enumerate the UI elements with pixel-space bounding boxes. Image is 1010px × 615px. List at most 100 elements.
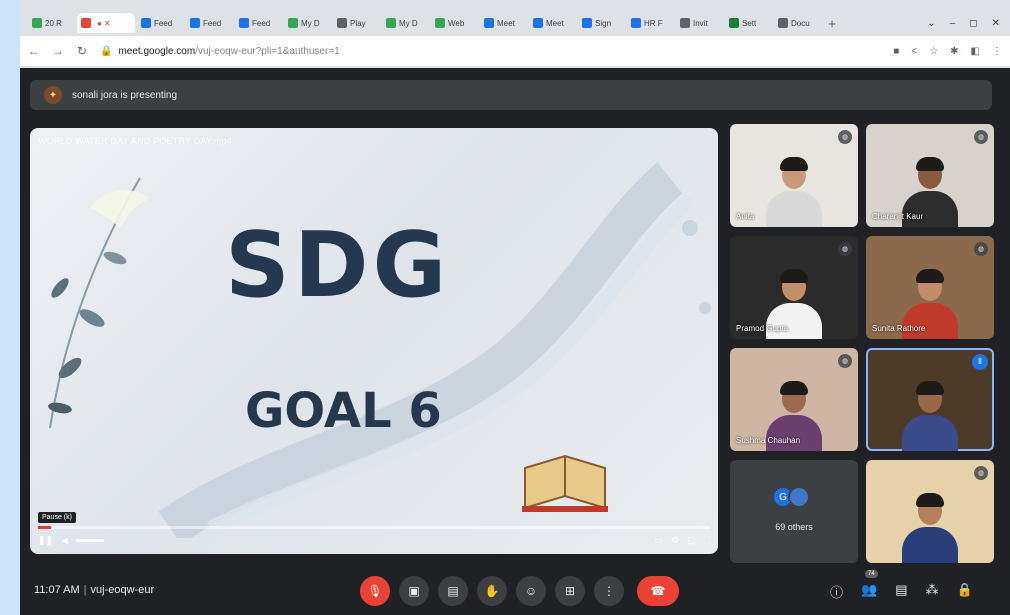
emoji-button[interactable]: ☺ xyxy=(516,576,546,606)
tab-label: Feed xyxy=(252,18,271,28)
participant-video xyxy=(902,493,958,563)
participant-tile[interactable]: Anita ◍ xyxy=(730,124,858,227)
meeting-time: 11:07 AM xyxy=(34,584,80,596)
browser-tab[interactable]: Sign xyxy=(578,13,625,33)
close-icon[interactable]: ✕ xyxy=(992,18,1000,29)
extensions-icon[interactable]: ✱ xyxy=(950,46,958,57)
participant-name: Sushma Chauhan xyxy=(736,436,801,445)
mic-off-button[interactable]: 🎙 xyxy=(360,576,390,606)
window-controls: ⌄ – ◻ ✕ xyxy=(927,18,1010,29)
browser-tab[interactable]: My D xyxy=(284,13,331,33)
browser-tab[interactable]: Docu xyxy=(774,13,821,33)
reload-icon[interactable]: ↻ xyxy=(76,44,88,58)
tab-label: Feed xyxy=(154,18,173,28)
info-icon[interactable]: ⓘ xyxy=(830,582,843,601)
presenter-text: sonali jora is presenting xyxy=(72,89,178,101)
camera-button[interactable]: ▣ xyxy=(399,576,429,606)
url-path: /vuj-eoqw-eur?pli=1&authuser=1 xyxy=(195,45,340,57)
mic-muted-icon: ◍ xyxy=(974,466,988,480)
side-controls: ⓘ 👥 74 ▤ ⁂ 🔒 xyxy=(830,570,973,601)
menu-icon[interactable]: ⋮ xyxy=(992,46,1002,57)
participant-name: Pramod Gupta xyxy=(736,324,789,333)
recording-icon: ● ✕ xyxy=(97,18,111,28)
others-tile[interactable]: G 69 others xyxy=(730,460,858,563)
raise-hand-button[interactable]: ✋ xyxy=(477,576,507,606)
leave-call-button[interactable]: ☎ xyxy=(637,576,679,606)
chat-icon[interactable]: ▤ xyxy=(895,582,907,601)
volume-slider[interactable] xyxy=(76,538,105,542)
browser-tab[interactable]: Invit xyxy=(676,13,723,33)
tab-favicon-icon xyxy=(288,18,298,28)
browser-tab[interactable]: 20 R xyxy=(28,13,75,33)
participant-video xyxy=(902,381,958,451)
tab-label: Invit xyxy=(693,18,708,28)
back-icon[interactable]: ← xyxy=(28,44,40,58)
browser-tab[interactable]: Feed xyxy=(186,13,233,33)
participant-tile[interactable]: Sunita Rathore ◍ xyxy=(866,236,994,339)
tab-label: HR F xyxy=(644,18,663,28)
star-icon[interactable]: ☆ xyxy=(929,46,938,57)
participant-name: Anita xyxy=(736,212,755,221)
browser-tab[interactable]: Play xyxy=(333,13,380,33)
people-icon[interactable]: 👥 74 xyxy=(861,570,878,601)
participant-name: Charanjit Kaur xyxy=(872,212,924,221)
browser-tab[interactable]: ● ✕ xyxy=(77,13,135,33)
tab-favicon-icon xyxy=(680,18,690,28)
slide-heading: SDG xyxy=(225,213,451,318)
chevron-down-icon[interactable]: ⌄ xyxy=(927,18,935,29)
meeting-code: vuj-eoqw-eur xyxy=(90,584,155,596)
book-illustration xyxy=(522,454,608,512)
browser-toolbar: ← → ↻ 🔒 meet.google.com/vuj-eoqw-eur?pli… xyxy=(20,36,1010,66)
address-bar[interactable]: 🔒 meet.google.com/vuj-eoqw-eur?pli=1&aut… xyxy=(100,40,881,62)
tab-label: Play xyxy=(350,18,366,28)
pip-icon[interactable]: ◱ xyxy=(687,535,696,546)
presenter-bar: ✦ sonali jora is presenting xyxy=(30,80,992,110)
tab-label: Sett xyxy=(742,18,757,28)
sidepanel-icon[interactable]: ◧ xyxy=(971,46,980,57)
browser-tab[interactable]: Web xyxy=(431,13,478,33)
new-tab-button[interactable]: + xyxy=(823,16,841,31)
minimize-icon[interactable]: – xyxy=(950,18,956,29)
settings-icon[interactable]: ⚙ xyxy=(671,535,679,546)
browser-tab[interactable]: Meet xyxy=(480,13,527,33)
forward-icon[interactable]: → xyxy=(52,44,64,58)
tab-label: Docu xyxy=(791,18,810,28)
mic-muted-icon: ◍ xyxy=(838,130,852,144)
participant-tile[interactable]: Charanjit Kaur ◍ xyxy=(866,124,994,227)
tab-favicon-icon xyxy=(239,18,249,28)
tab-favicon-icon xyxy=(190,18,200,28)
browser-tab[interactable]: HR F xyxy=(627,13,674,33)
slide-subheading: GOAL 6 xyxy=(245,383,442,439)
captions-button[interactable]: ▤ xyxy=(438,576,468,606)
mic-muted-icon: ◍ xyxy=(838,354,852,368)
fullscreen-icon[interactable]: ⛶ xyxy=(704,535,710,546)
lock-icon: 🔒 xyxy=(100,45,113,57)
maximize-icon[interactable]: ◻ xyxy=(969,18,977,29)
browser-tab[interactable]: Sett xyxy=(725,13,772,33)
presentation-stage[interactable]: WORLD WATER DAY AND POETRY DAY.mp4 SDG G… xyxy=(30,128,718,554)
participant-tile[interactable]: Sushma Chauhan ◍ xyxy=(730,348,858,451)
tab-favicon-icon xyxy=(631,18,641,28)
pause-icon[interactable]: ❚❚ xyxy=(38,535,53,546)
tab-label: Sign xyxy=(595,18,612,28)
camera-icon[interactable]: ■ xyxy=(893,46,899,57)
browser-tab[interactable]: Feed xyxy=(235,13,282,33)
volume-icon[interactable]: ◀ xyxy=(61,535,68,546)
activities-icon[interactable]: ⁂ xyxy=(926,582,939,601)
captions-icon[interactable]: ▭ xyxy=(655,535,664,546)
browser-chrome: 20 R ● ✕ Feed Feed Feed My D Play My D Web Meet Me… xyxy=(20,0,1010,68)
participant-tile[interactable]: ⦀ xyxy=(866,348,994,451)
present-button[interactable]: ⊞ xyxy=(555,576,585,606)
participant-tile[interactable]: Pramod Gupta ◍ xyxy=(730,236,858,339)
other-participant-avatar xyxy=(788,486,810,508)
more-options-button[interactable]: ⋮ xyxy=(594,576,624,606)
share-icon[interactable]: < xyxy=(911,46,917,57)
browser-tab[interactable]: Meet xyxy=(529,13,576,33)
host-controls-icon[interactable]: 🔒 xyxy=(957,582,973,601)
participant-tile[interactable]: ◍ xyxy=(866,460,994,563)
video-progress[interactable] xyxy=(38,526,710,529)
browser-tab[interactable]: Feed xyxy=(137,13,184,33)
browser-tab[interactable]: My D xyxy=(382,13,429,33)
tab-favicon-icon xyxy=(337,18,347,28)
tab-label: My D xyxy=(301,18,320,28)
